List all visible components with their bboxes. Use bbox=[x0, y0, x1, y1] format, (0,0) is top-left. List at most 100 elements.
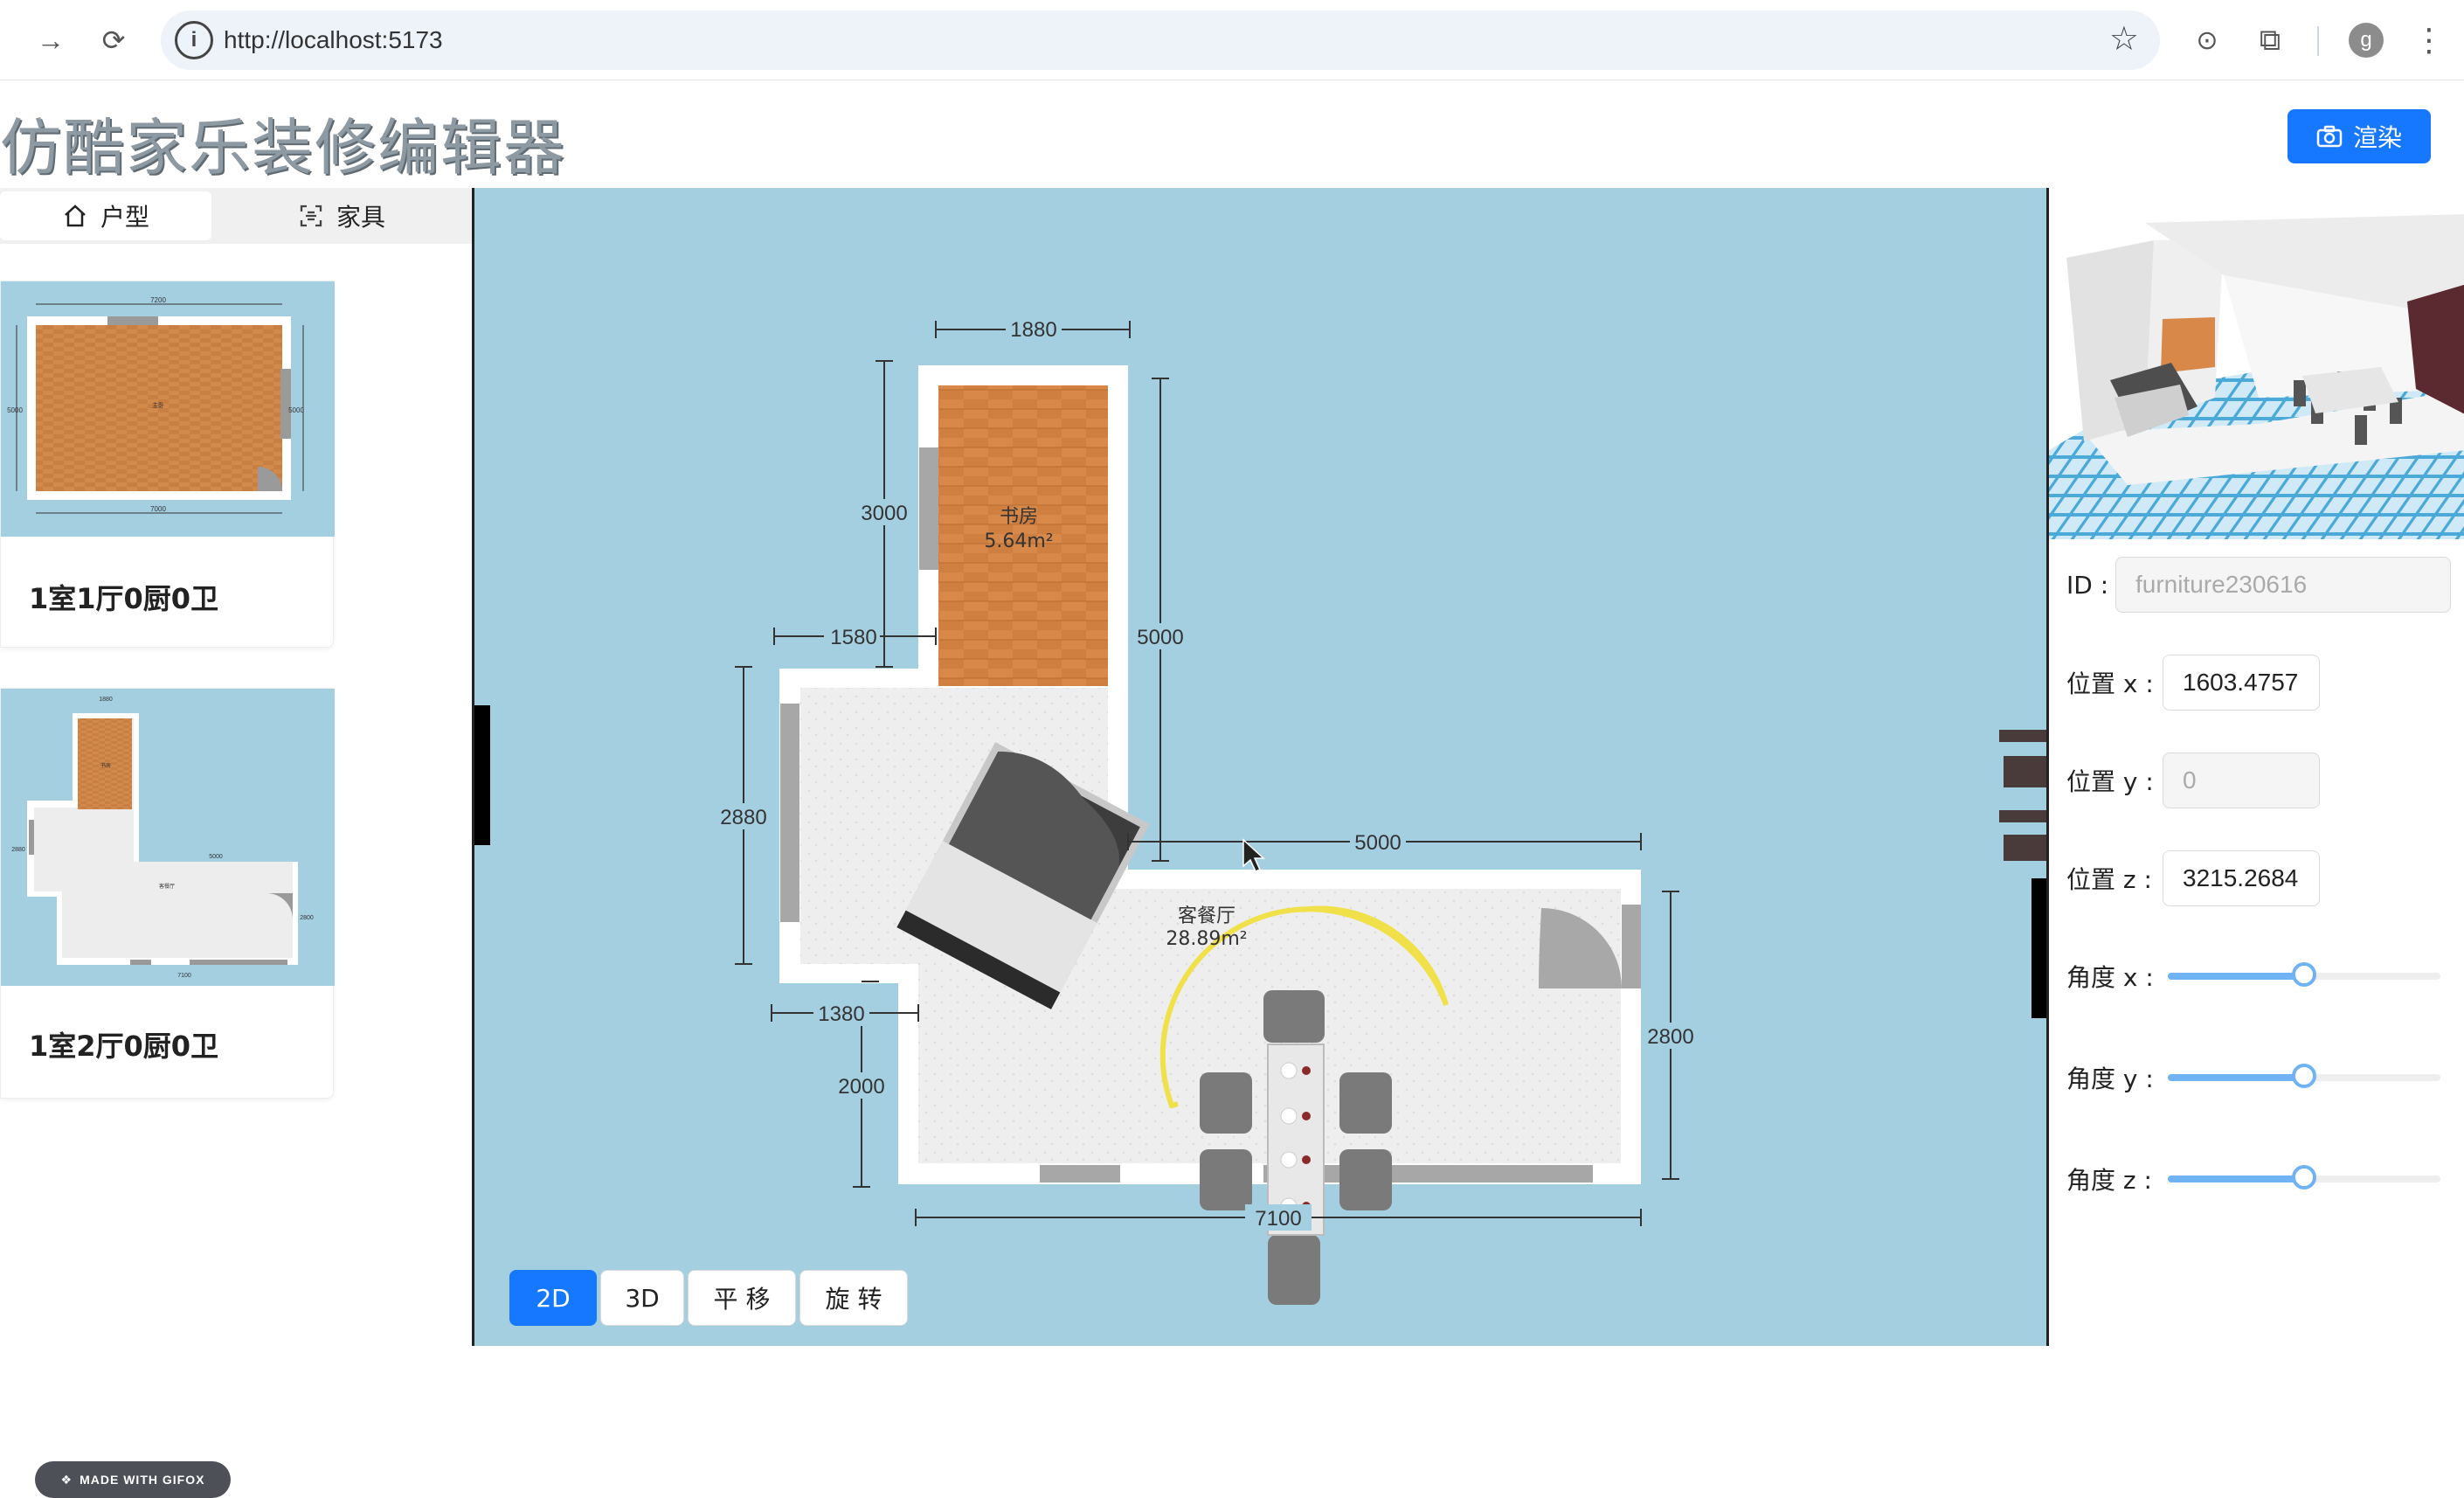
layout-card-1[interactable]: 7200 7000 5000 5000 主卧 1室1厅0厨0卫 bbox=[0, 281, 335, 648]
room-area-study: 5.64m² bbox=[984, 531, 1053, 552]
thumb2-dim-right: 2800 bbox=[300, 915, 314, 921]
dining-chair-bottom[interactable] bbox=[1268, 1235, 1320, 1305]
layout-card-2-title: 1室2厅0厨0卫 bbox=[29, 1030, 219, 1063]
url-text: http://localhost:5173 bbox=[224, 26, 443, 53]
angle-z-slider-handle[interactable] bbox=[2292, 1165, 2316, 1189]
dim-bottom-width: 7100 bbox=[1255, 1207, 1301, 1231]
mode-rotate-button[interactable]: 旋 转 bbox=[799, 1270, 908, 1326]
id-label: ID : bbox=[2066, 570, 2109, 600]
dining-chair-top[interactable] bbox=[1263, 990, 1325, 1043]
right-resize-handle[interactable] bbox=[2031, 878, 2047, 1018]
study-window bbox=[919, 447, 938, 570]
mode-2d-button[interactable]: 2D bbox=[509, 1270, 597, 1326]
thumb2-dim-top: 1880 bbox=[99, 697, 113, 703]
app-title: 仿酷家乐装修编辑器 bbox=[0, 112, 566, 184]
3d-preview[interactable] bbox=[2049, 188, 2464, 539]
position-z-input[interactable]: 3215.2684 bbox=[2163, 850, 2320, 906]
tab-furniture[interactable]: 家具 bbox=[211, 191, 472, 240]
dim-lower-left: 2000 bbox=[838, 1075, 884, 1099]
position-y-input[interactable]: 0 bbox=[2163, 752, 2320, 808]
more-menu-icon[interactable]: ⋮ bbox=[2408, 19, 2450, 61]
dining-chair-left-1[interactable] bbox=[1200, 1072, 1252, 1134]
position-z-row: 位置 z : 3215.2684 bbox=[2066, 850, 2320, 906]
id-input[interactable]: furniture230616 bbox=[2115, 557, 2451, 613]
angle-z-row: 角度 z : bbox=[2066, 1162, 2163, 1196]
tab-furniture-label: 家具 bbox=[336, 203, 385, 232]
dining-chair-left-2[interactable] bbox=[1200, 1149, 1252, 1210]
forward-arrow-icon[interactable]: → bbox=[30, 19, 72, 61]
app-header: 仿酷家乐装修编辑器 渲染 bbox=[0, 81, 2464, 188]
profile-avatar[interactable]: g bbox=[2349, 23, 2384, 58]
position-y-row: 位置 y : 0 bbox=[2066, 752, 2320, 808]
id-row: ID : furniture230616 bbox=[2066, 557, 2451, 613]
living-left-window bbox=[780, 704, 799, 922]
home-icon bbox=[65, 205, 86, 227]
floorplan-svg[interactable]: 1880 3000 1580 5000 5000 2880 1380 2000 … bbox=[474, 188, 2047, 1346]
angle-z-slider[interactable] bbox=[2168, 1165, 2440, 1189]
scan-icon bbox=[300, 205, 322, 227]
thumb1-room-label: 主卧 bbox=[152, 401, 164, 409]
angle-x-row: 角度 x : bbox=[2066, 959, 2163, 994]
room-label-study: 书房 bbox=[1000, 506, 1038, 528]
bookmark-star-icon[interactable]: ☆ bbox=[2109, 19, 2139, 59]
thumb2-room-living: 客餐厅 bbox=[159, 883, 175, 890]
puzzle-extension-icon[interactable]: ⧉ bbox=[2249, 19, 2291, 61]
dining-chair-right-2[interactable] bbox=[1339, 1149, 1392, 1210]
room-label-living: 客餐厅 bbox=[1178, 905, 1235, 927]
address-bar[interactable]: i http://localhost:5173 ☆ bbox=[161, 10, 2160, 70]
angle-y-slider-handle[interactable] bbox=[2292, 1064, 2316, 1088]
angle-y-row: 角度 y : bbox=[2066, 1060, 2163, 1095]
room-area-living: 28.89m² bbox=[1166, 928, 1247, 950]
thumb2-room-study: 书房 bbox=[100, 762, 111, 769]
browser-toolbar: → ⟳ i http://localhost:5173 ☆ ⊙ ⧉ g ⋮ bbox=[0, 0, 2464, 80]
thumb2-dim-left: 2880 bbox=[11, 847, 25, 853]
position-y-label: 位置 y : bbox=[2066, 767, 2154, 796]
dim-right-tall: 5000 bbox=[1137, 626, 1183, 649]
dining-chair-right-1[interactable] bbox=[1339, 1072, 1392, 1134]
gifox-watermark-text: MADE WITH GIFOX bbox=[80, 1473, 205, 1487]
angle-x-slider-handle[interactable] bbox=[2292, 962, 2316, 987]
dim-study-height: 3000 bbox=[861, 502, 907, 525]
offscreen-chairs bbox=[1999, 730, 2047, 861]
floorplan-canvas[interactable]: 1880 3000 1580 5000 5000 2880 1380 2000 … bbox=[474, 188, 2047, 1346]
angle-z-label: 角度 z : bbox=[2066, 1166, 2152, 1195]
site-info-icon[interactable]: i bbox=[175, 21, 213, 59]
bottom-window-1 bbox=[1040, 1165, 1120, 1182]
thumb2-dim-mid: 5000 bbox=[209, 854, 223, 860]
dim-step-width: 1380 bbox=[818, 1002, 864, 1026]
position-x-row: 位置 x : 1603.4757 bbox=[2066, 655, 2320, 711]
render-button-label: 渲染 bbox=[2352, 123, 2402, 152]
tab-floorplan-label: 户型 bbox=[100, 203, 149, 232]
layout-thumbnail-2: 1880 5000 7100 2880 2800 书房 客餐厅 bbox=[1, 689, 335, 986]
dim-living-width: 5000 bbox=[1354, 831, 1401, 855]
position-z-label: 位置 z : bbox=[2066, 865, 2152, 894]
layout-thumbnail-1: 7200 7000 5000 5000 主卧 bbox=[1, 281, 335, 537]
mouse-cursor-icon bbox=[1242, 838, 1265, 872]
render-button[interactable]: 渲染 bbox=[2288, 109, 2431, 163]
mode-3d-button[interactable]: 3D bbox=[600, 1270, 684, 1326]
angle-x-label: 角度 x : bbox=[2066, 963, 2154, 992]
tab-floorplan[interactable]: 户型 bbox=[0, 191, 211, 240]
view-mode-toolbar: 2D 3D 平 移 旋 转 bbox=[509, 1270, 908, 1326]
sidebar-tabs: 户型 家具 bbox=[0, 188, 472, 244]
dim-study-width: 1880 bbox=[1010, 318, 1056, 342]
door-frame bbox=[1622, 905, 1641, 988]
toolbar-divider bbox=[2317, 26, 2319, 56]
dim-study-left: 1580 bbox=[830, 626, 876, 649]
fox-logo-icon: ❖ bbox=[60, 1472, 73, 1487]
reload-icon[interactable]: ⟳ bbox=[93, 19, 135, 61]
dim-left-height: 2880 bbox=[720, 806, 766, 829]
thumb1-dim-right: 5000 bbox=[288, 406, 304, 414]
left-resize-handle[interactable] bbox=[474, 705, 490, 845]
thumb1-dim-top: 7200 bbox=[150, 296, 166, 304]
mode-pan-button[interactable]: 平 移 bbox=[688, 1270, 796, 1326]
layout-card-2[interactable]: 1880 5000 7100 2880 2800 书房 客餐厅 1室2厅0厨0卫 bbox=[0, 688, 335, 1099]
angle-x-slider[interactable] bbox=[2168, 962, 2440, 987]
position-x-label: 位置 x : bbox=[2066, 669, 2154, 698]
angle-y-slider[interactable] bbox=[2168, 1064, 2440, 1088]
extension-circle-icon[interactable]: ⊙ bbox=[2186, 19, 2228, 61]
thumb2-dim-bottom: 7100 bbox=[177, 973, 191, 979]
gifox-watermark: ❖ MADE WITH GIFOX bbox=[35, 1461, 231, 1498]
position-x-input[interactable]: 1603.4757 bbox=[2163, 655, 2320, 711]
camera-icon bbox=[2316, 125, 2343, 148]
